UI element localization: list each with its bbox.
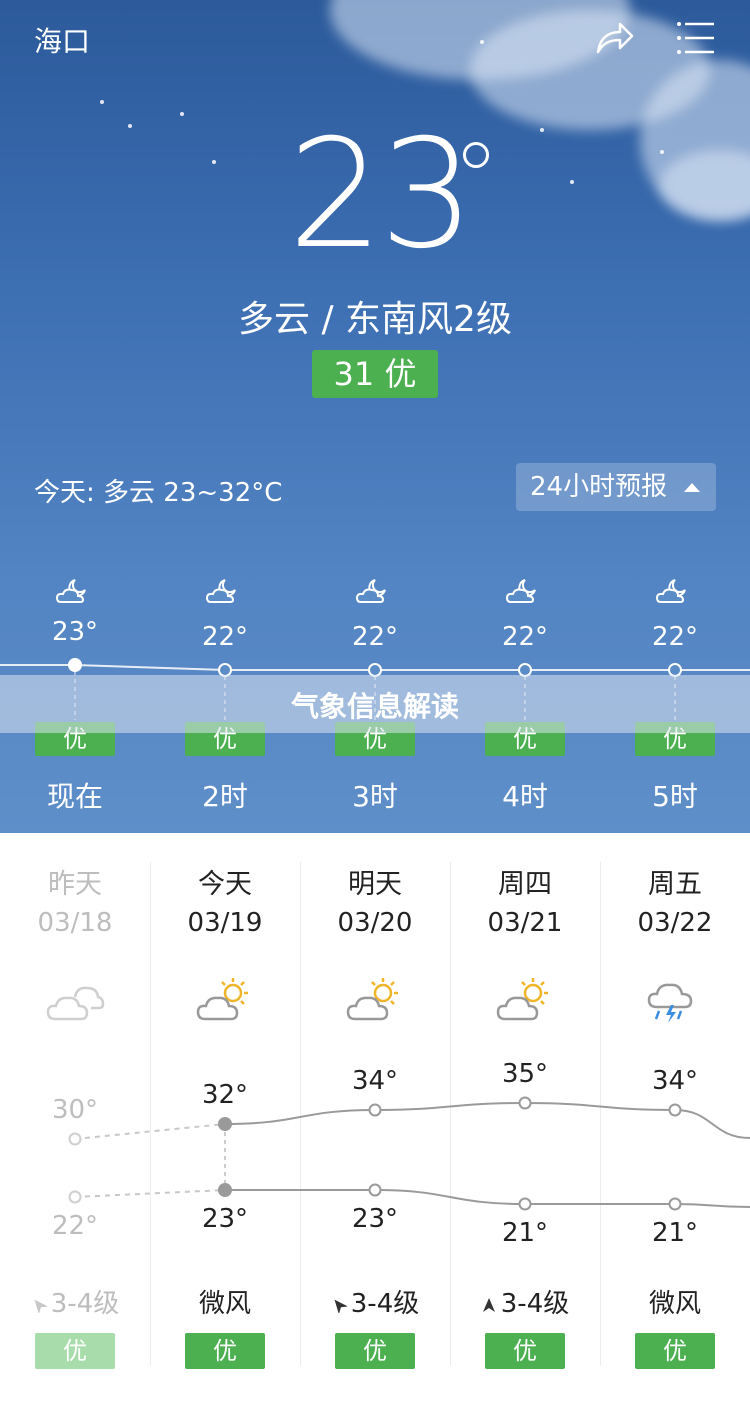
day-date: 03/20 xyxy=(337,908,413,938)
daily-temp-point xyxy=(518,1197,532,1211)
daily-temp-point xyxy=(218,1183,232,1197)
day-name: 昨天 xyxy=(48,869,102,900)
day-aqi-badge: 优 xyxy=(635,1333,715,1369)
day-date: 03/21 xyxy=(487,908,563,938)
day-high-temp: 32° xyxy=(201,1080,249,1110)
day-low-temp: 23° xyxy=(201,1204,249,1234)
partly-sunny-icon xyxy=(345,975,405,1025)
daily-temp-point xyxy=(68,1190,82,1204)
day-high-temp: 34° xyxy=(351,1066,399,1096)
day-name: 今天 xyxy=(198,869,252,900)
day-wind: 3-4级 xyxy=(300,1283,450,1320)
day-low-temp: 23° xyxy=(351,1204,399,1234)
day-wind: 3-4级 xyxy=(0,1283,150,1320)
partly-sunny-icon xyxy=(195,975,255,1025)
daily-temp-chart xyxy=(68,1096,750,1211)
day-name: 周五 xyxy=(648,869,702,900)
cloudy-icon xyxy=(45,975,105,1025)
daily-temp-point xyxy=(68,1132,82,1146)
daily-temp-point xyxy=(668,1103,682,1117)
day-aqi-badge: 优 xyxy=(485,1333,565,1369)
day-aqi-badge: 优 xyxy=(35,1333,115,1369)
day-aqi-badge: 优 xyxy=(335,1333,415,1369)
day-low-temp: 21° xyxy=(501,1218,549,1248)
partly-sunny-icon xyxy=(495,975,555,1025)
day-date: 03/18 xyxy=(37,908,113,938)
day-wind: 3-4级 xyxy=(450,1283,600,1320)
thunderstorm-icon xyxy=(645,975,705,1025)
day-high-temp: 35° xyxy=(501,1059,549,1089)
day-low-temp: 22° xyxy=(51,1211,99,1241)
daily-temp-point xyxy=(368,1103,382,1117)
daily-temp-point xyxy=(668,1197,682,1211)
day-date: 03/19 xyxy=(187,908,263,938)
daily-temp-point xyxy=(368,1183,382,1197)
day-high-temp: 34° xyxy=(651,1066,699,1096)
day-wind: 微风 xyxy=(648,1289,701,1319)
day-name: 周四 xyxy=(498,869,552,900)
day-wind: 微风 xyxy=(198,1289,251,1319)
day-high-temp: 30° xyxy=(51,1095,99,1125)
day-date: 03/22 xyxy=(637,908,713,938)
daily-temp-point xyxy=(218,1117,232,1131)
day-name: 明天 xyxy=(348,869,402,900)
day-low-temp: 21° xyxy=(651,1218,699,1248)
daily-temp-point xyxy=(518,1096,532,1110)
day-aqi-badge: 优 xyxy=(185,1333,265,1369)
